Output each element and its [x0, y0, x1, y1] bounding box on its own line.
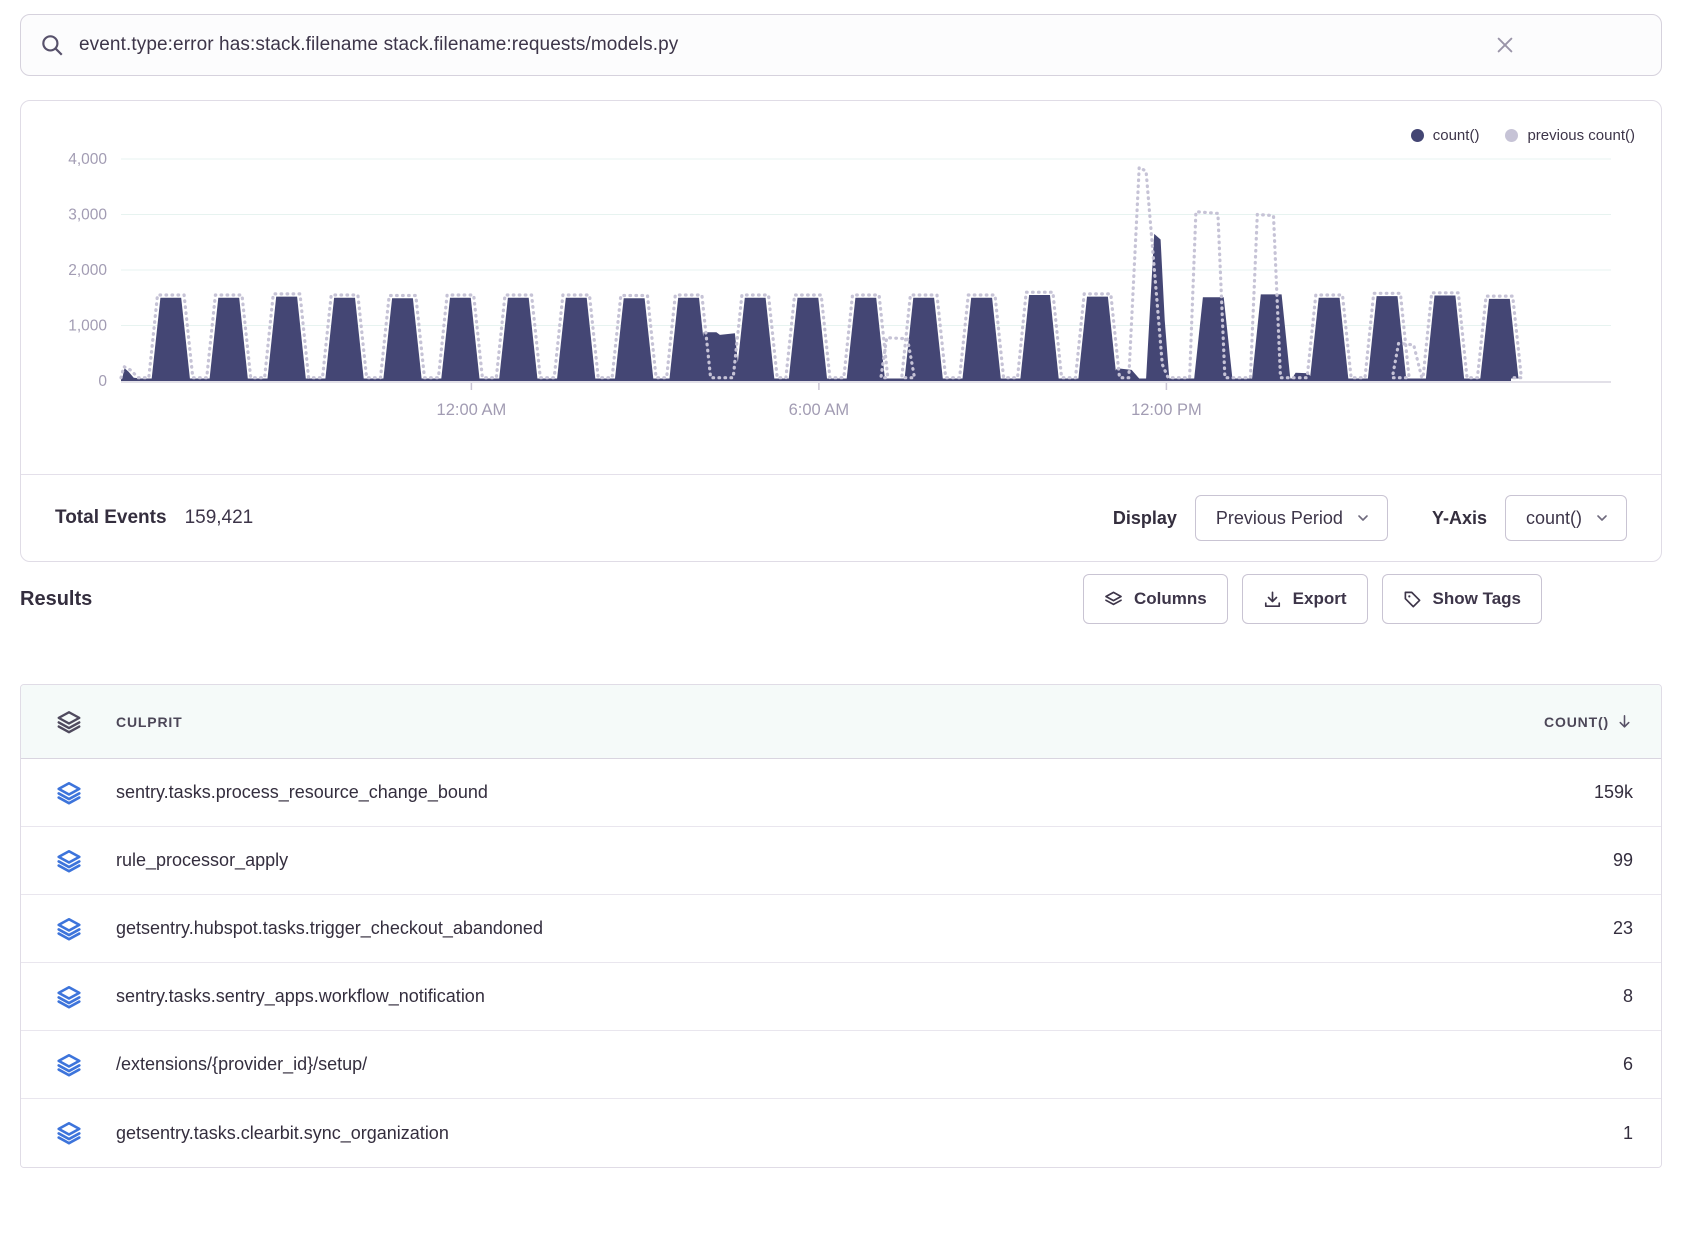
stack-layers-icon[interactable] — [21, 1120, 116, 1146]
table-row[interactable]: sentry.tasks.process_resource_change_bou… — [21, 759, 1661, 827]
count-cell: 23 — [1401, 918, 1661, 939]
count-cell: 99 — [1401, 850, 1661, 871]
y-axis-dropdown[interactable]: count() — [1505, 495, 1627, 541]
culprit-cell[interactable]: sentry.tasks.process_resource_change_bou… — [116, 782, 1401, 803]
count-cell: 6 — [1401, 1054, 1661, 1075]
search-icon — [39, 32, 65, 58]
display-label: Display — [1113, 508, 1177, 529]
sort-desc-icon — [1616, 713, 1633, 730]
display-dropdown-value: Previous Period — [1216, 508, 1343, 529]
tag-icon — [1403, 590, 1422, 609]
table-row[interactable]: /extensions/{provider_id}/setup/ 6 — [21, 1031, 1661, 1099]
show-tags-button[interactable]: Show Tags — [1382, 574, 1542, 624]
total-events: Total Events 159,421 — [55, 507, 253, 529]
stack-layers-icon[interactable] — [21, 984, 116, 1010]
clear-search-icon[interactable] — [1494, 34, 1516, 56]
count-cell: 159k — [1401, 782, 1661, 803]
culprit-cell[interactable]: /extensions/{provider_id}/setup/ — [116, 1054, 1401, 1075]
search-input[interactable]: event.type:error has:stack.filename stac… — [79, 34, 1661, 56]
stack-layers-icon[interactable] — [21, 1052, 116, 1078]
table-body: sentry.tasks.process_resource_change_bou… — [21, 759, 1661, 1167]
culprit-cell[interactable]: getsentry.hubspot.tasks.trigger_checkout… — [116, 918, 1401, 939]
chart-legend: count() previous count() — [1411, 127, 1635, 144]
download-icon — [1263, 590, 1282, 609]
y-axis-tick-label: 4,000 — [68, 151, 107, 168]
chart-footer: Total Events 159,421 Display Previous Pe… — [21, 474, 1661, 561]
culprit-cell[interactable]: rule_processor_apply — [116, 850, 1401, 871]
columns-button-label: Columns — [1134, 589, 1207, 609]
y-axis-tick-label: 3,000 — [68, 207, 107, 224]
events-chart[interactable]: 0 1,000 2,000 3,000 4,000 12:00 AM 6:00 AM 12:0… — [21, 101, 1661, 431]
stack-layers-icon[interactable] — [21, 916, 116, 942]
count-cell: 1 — [1401, 1123, 1661, 1144]
results-table: CULPRIT COUNT() sentry.tasks.process_res… — [20, 684, 1662, 1168]
culprit-cell[interactable]: sentry.tasks.sentry_apps.workflow_notifi… — [116, 986, 1401, 1007]
total-events-value: 159,421 — [185, 507, 254, 529]
column-header-count[interactable]: COUNT() — [1401, 713, 1661, 730]
y-axis-tick-label: 1,000 — [68, 318, 107, 335]
legend-item-previous-count[interactable]: previous count() — [1505, 127, 1635, 144]
culprit-cell[interactable]: getsentry.tasks.clearbit.sync_organizati… — [116, 1123, 1401, 1144]
chart-controls: Display Previous Period Y-Axis count() — [1113, 495, 1627, 541]
count-cell: 8 — [1401, 986, 1661, 1007]
count-series-dot-icon — [1411, 129, 1424, 142]
events-chart-panel: count() previous count() 0 1,000 2,000 3,00… — [20, 100, 1662, 562]
y-axis-label: Y-Axis — [1432, 508, 1487, 529]
previous-count-series-dot-icon — [1505, 129, 1518, 142]
show-tags-button-label: Show Tags — [1433, 589, 1521, 609]
x-axis-tick-label: 6:00 AM — [789, 401, 850, 419]
y-axis-dropdown-value: count() — [1526, 508, 1582, 529]
results-header-row: Results Columns Export Show Tags — [20, 574, 1662, 624]
x-axis-tick-label: 12:00 AM — [437, 401, 507, 419]
column-header-culprit[interactable]: CULPRIT — [116, 714, 1401, 730]
search-bar[interactable]: event.type:error has:stack.filename stac… — [20, 14, 1662, 76]
y-axis-tick-label: 0 — [98, 373, 107, 390]
legend-item-count[interactable]: count() — [1411, 127, 1480, 144]
table-header-row: CULPRIT COUNT() — [21, 685, 1661, 759]
y-axis-tick-label: 2,000 — [68, 262, 107, 279]
chevron-down-icon — [1355, 510, 1371, 526]
legend-label: count() — [1433, 127, 1480, 144]
display-dropdown[interactable]: Previous Period — [1195, 495, 1388, 541]
stack-layers-icon[interactable] — [21, 780, 116, 806]
legend-label: previous count() — [1527, 127, 1635, 144]
total-events-label: Total Events — [55, 507, 167, 529]
export-button[interactable]: Export — [1242, 574, 1368, 624]
table-row[interactable]: sentry.tasks.sentry_apps.workflow_notifi… — [21, 963, 1661, 1031]
table-row[interactable]: getsentry.hubspot.tasks.trigger_checkout… — [21, 895, 1661, 963]
stack-layers-icon[interactable] — [21, 848, 116, 874]
x-axis-tick-label: 12:00 PM — [1131, 401, 1202, 419]
table-row[interactable]: getsentry.tasks.clearbit.sync_organizati… — [21, 1099, 1661, 1167]
stack-layers-icon[interactable] — [21, 709, 116, 735]
results-title: Results — [20, 588, 92, 611]
export-button-label: Export — [1293, 589, 1347, 609]
table-row[interactable]: rule_processor_apply 99 — [21, 827, 1661, 895]
columns-button[interactable]: Columns — [1083, 574, 1228, 624]
layers-icon — [1104, 590, 1123, 609]
chevron-down-icon — [1594, 510, 1610, 526]
results-buttons: Columns Export Show Tags — [1083, 574, 1542, 624]
